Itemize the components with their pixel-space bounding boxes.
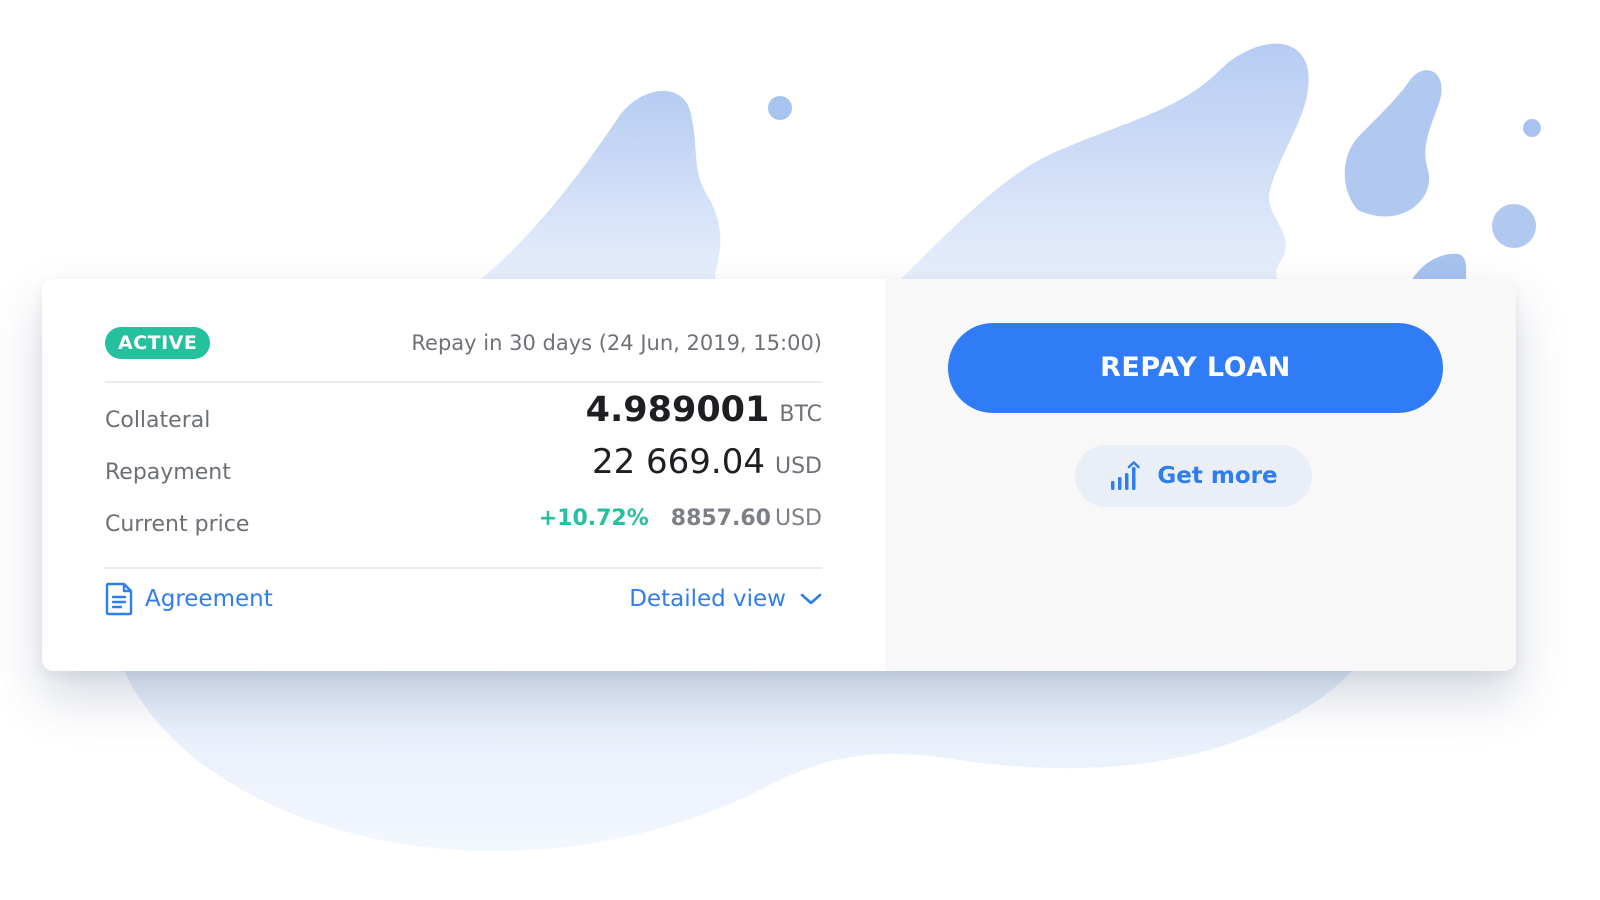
collateral-row: Collateral 4.989001 BTC xyxy=(105,390,822,436)
collateral-currency: BTC xyxy=(779,402,822,427)
current-price-value: +10.72% 8857.60 USD xyxy=(539,499,822,540)
get-more-button[interactable]: Get more xyxy=(1075,445,1312,507)
document-icon xyxy=(105,582,133,616)
loan-summary-panel: ACTIVE Repay in 30 days (24 Jun, 2019, 1… xyxy=(42,279,885,671)
price-change: +10.72% xyxy=(538,506,649,531)
repayment-value: 22 669.04 USD xyxy=(592,442,822,488)
agreement-link[interactable]: Agreement xyxy=(105,579,273,619)
repayment-amount: 22 669.04 xyxy=(591,442,765,482)
agreement-label: Agreement xyxy=(145,586,273,612)
chevron-down-icon xyxy=(800,593,822,605)
collateral-amount: 4.989001 xyxy=(585,390,770,430)
current-price-row: Current price +10.72% 8857.60 USD xyxy=(105,500,822,540)
repay-loan-button[interactable]: REPAY LOAN xyxy=(948,323,1443,413)
loan-card: ACTIVE Repay in 30 days (24 Jun, 2019, 1… xyxy=(42,279,1516,671)
repayment-currency: USD xyxy=(774,454,822,479)
divider xyxy=(105,567,822,569)
repayment-row: Repayment 22 669.04 USD xyxy=(105,442,822,488)
repayment-label: Repayment xyxy=(105,460,231,485)
card-footer: Agreement Detailed view xyxy=(105,579,822,619)
get-more-label: Get more xyxy=(1157,463,1278,489)
stage: ACTIVE Repay in 30 days (24 Jun, 2019, 1… xyxy=(0,0,1600,900)
bar-chart-up-icon xyxy=(1111,461,1141,490)
divider xyxy=(105,381,822,383)
actions-panel: REPAY LOAN Get more xyxy=(885,279,1516,671)
price-amount: 8857.60 xyxy=(670,506,771,531)
detailed-view-toggle[interactable]: Detailed view xyxy=(629,579,822,619)
loan-header-row: ACTIVE Repay in 30 days (24 Jun, 2019, 1… xyxy=(105,327,822,360)
detailed-view-label: Detailed view xyxy=(629,586,786,612)
collateral-label: Collateral xyxy=(105,408,211,433)
status-badge: ACTIVE xyxy=(105,327,211,359)
repay-due-text: Repay in 30 days (24 Jun, 2019, 15:00) xyxy=(411,331,822,355)
collateral-value: 4.989001 BTC xyxy=(586,390,822,436)
price-currency: USD xyxy=(774,506,822,531)
current-price-label: Current price xyxy=(105,512,250,537)
